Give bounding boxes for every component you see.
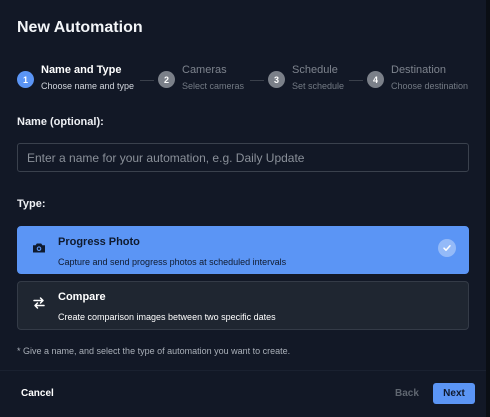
name-field-label: Name (optional): [17,116,104,128]
step-cameras[interactable]: 2 Cameras Select cameras [158,64,244,92]
step-number: 4 [367,71,384,88]
footer-divider [0,370,486,371]
option-title: Compare [58,291,106,303]
step-label: Cameras [182,64,227,76]
step-label: Destination [391,64,447,76]
step-number: 1 [17,71,34,88]
type-option-progress-photo[interactable]: Progress Photo Capture and send progress… [17,226,469,274]
new-automation-dialog: New Automation 1 Name and Type Choose na… [0,0,486,417]
step-label: Schedule [292,64,338,76]
type-option-compare[interactable]: Compare Create comparison images between… [17,281,469,330]
automation-name-input[interactable] [17,143,469,172]
dialog-title: New Automation [17,19,143,36]
type-label: Type: [17,198,46,210]
step-sublabel: Select cameras [182,81,245,91]
step-number: 2 [158,71,175,88]
step-label: Name and Type [41,64,122,76]
camera-icon [33,243,45,253]
back-button[interactable]: Back [395,388,419,399]
cancel-button[interactable]: Cancel [21,388,54,399]
check-icon [438,239,456,257]
step-sublabel: Choose destination [391,81,469,91]
option-description: Create comparison images between two spe… [58,312,276,322]
option-description: Capture and send progress photos at sche… [58,257,287,267]
helper-hint: * Give a name, and select the type of au… [17,346,291,356]
option-title: Progress Photo [58,236,140,248]
step-number: 3 [268,71,285,88]
next-button[interactable]: Next [433,383,475,404]
step-connector [140,80,154,81]
compare-arrows-icon [33,297,45,309]
step-connector [250,80,264,81]
step-destination[interactable]: 4 Destination Choose destination [367,64,468,92]
step-sublabel: Choose name and type [41,81,135,91]
step-sublabel: Set schedule [292,81,345,91]
step-schedule[interactable]: 3 Schedule Set schedule [268,64,344,92]
step-name-and-type[interactable]: 1 Name and Type Choose name and type [17,64,134,92]
step-connector [349,80,363,81]
background-edge [486,0,490,417]
